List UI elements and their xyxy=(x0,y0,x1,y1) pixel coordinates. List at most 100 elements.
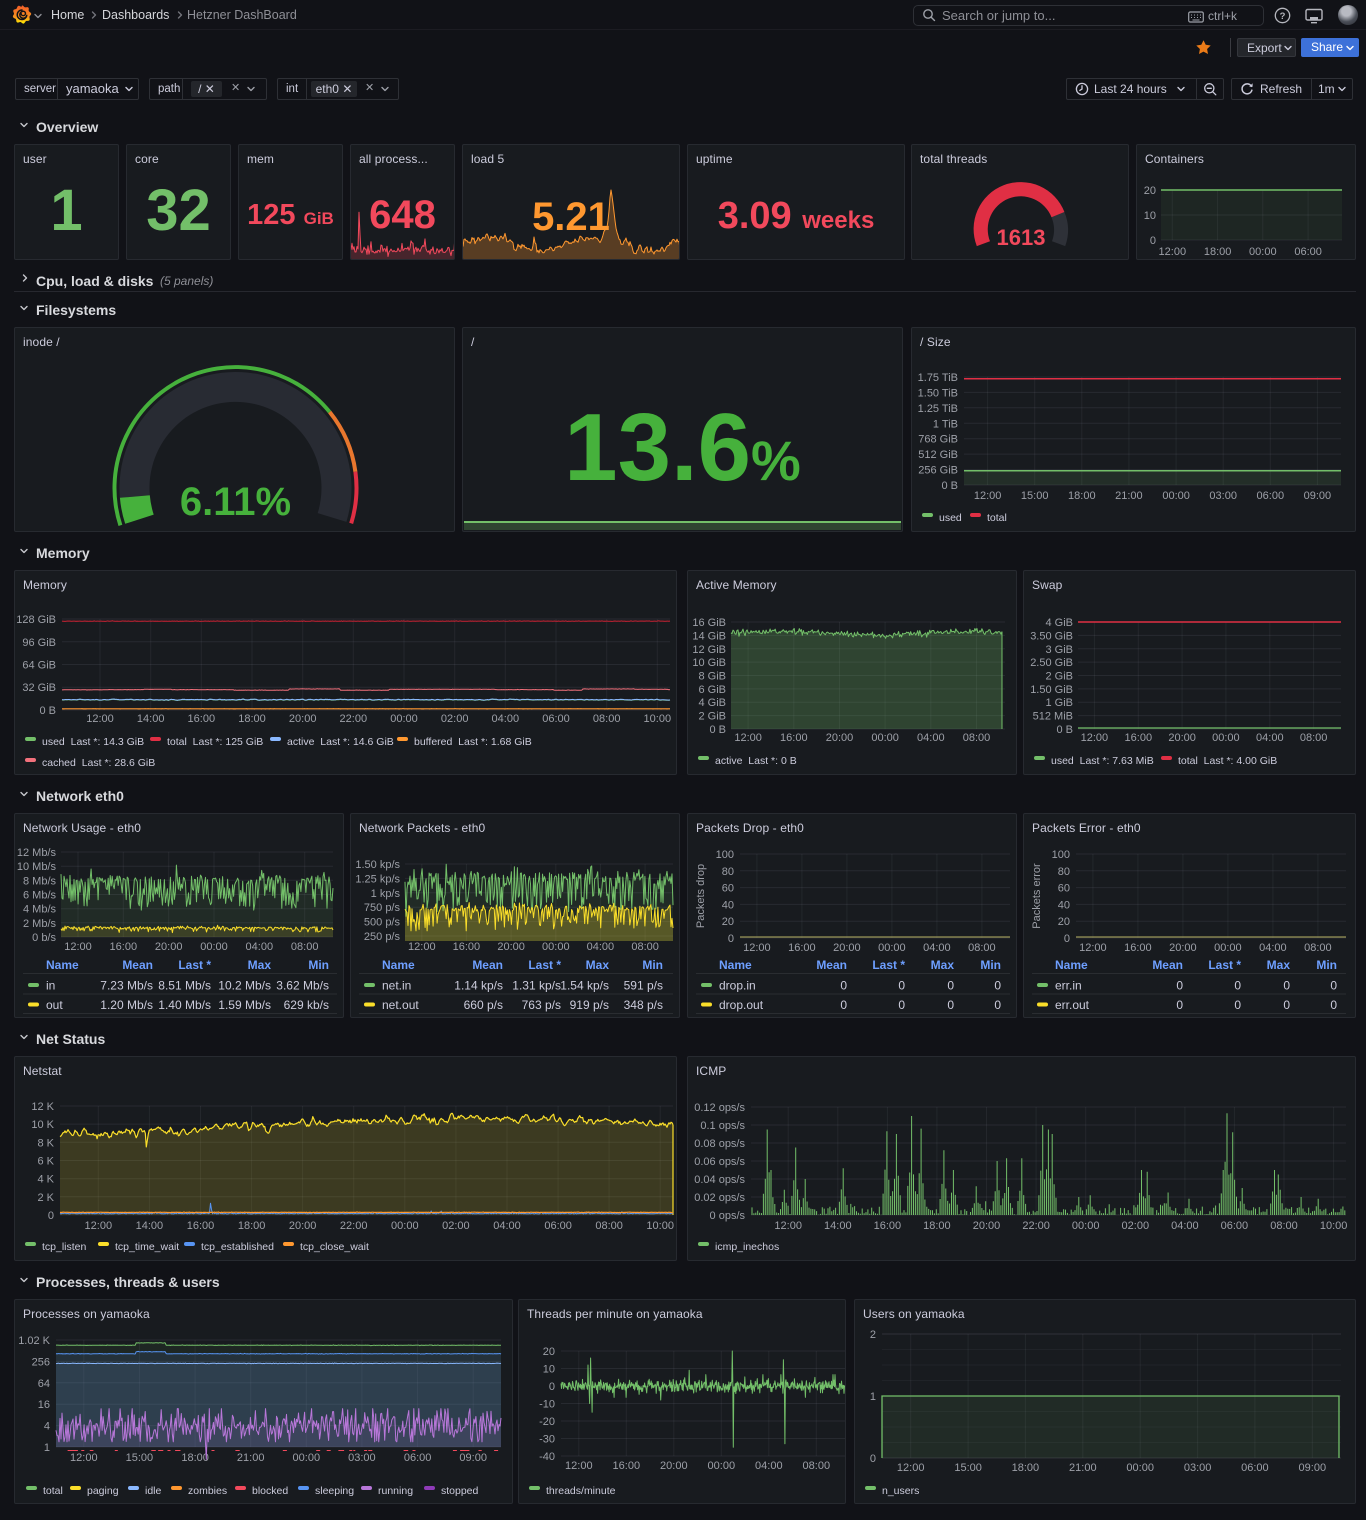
svg-text:20: 20 xyxy=(543,1346,555,1358)
svg-text:0 ops/s: 0 ops/s xyxy=(710,1210,746,1222)
svg-text:4 Mb/s: 4 Mb/s xyxy=(23,904,57,916)
svg-text:threads/minute: threads/minute xyxy=(546,1485,616,1497)
svg-text:08:00: 08:00 xyxy=(1304,942,1332,954)
svg-text:drop.out: drop.out xyxy=(719,998,764,1012)
svg-text:Max: Max xyxy=(248,958,272,972)
svg-text:04:00: 04:00 xyxy=(1259,942,1287,954)
svg-text:919 p/s: 919 p/s xyxy=(570,998,609,1012)
svg-text:0: 0 xyxy=(48,1210,54,1222)
svg-text:15:00: 15:00 xyxy=(126,1452,154,1464)
svg-text:0: 0 xyxy=(840,998,847,1012)
svg-text:00:00: 00:00 xyxy=(293,1452,321,1464)
svg-text:15:00: 15:00 xyxy=(1021,490,1049,502)
svg-text:06:00: 06:00 xyxy=(1294,246,1322,258)
svg-text:09:00: 09:00 xyxy=(459,1452,487,1464)
svg-text:03:00: 03:00 xyxy=(1184,1462,1212,1474)
svg-text:?: ? xyxy=(1280,11,1286,22)
svg-text:16:00: 16:00 xyxy=(110,941,138,953)
svg-text:16 GiB: 16 GiB xyxy=(692,617,726,629)
svg-text:stopped: stopped xyxy=(441,1485,479,1497)
svg-text:6 GiB: 6 GiB xyxy=(698,684,726,696)
svg-text:0.06 ops/s: 0.06 ops/s xyxy=(694,1156,745,1168)
svg-text:256 GiB: 256 GiB xyxy=(918,465,958,477)
svg-text:40: 40 xyxy=(722,899,734,911)
svg-text:10.2 Mb/s: 10.2 Mb/s xyxy=(218,979,271,993)
svg-text:20:00: 20:00 xyxy=(660,1460,688,1472)
svg-text:256: 256 xyxy=(32,1356,50,1368)
svg-text:-20: -20 xyxy=(539,1416,555,1428)
svg-text:80: 80 xyxy=(1058,866,1070,878)
svg-text:06:00: 06:00 xyxy=(404,1452,432,1464)
svg-text:zombies: zombies xyxy=(188,1485,227,1497)
svg-text:02:00: 02:00 xyxy=(441,713,469,725)
svg-text:total: total xyxy=(987,512,1007,524)
svg-text:Last *: Last * xyxy=(528,958,561,972)
svg-text:2.50 GiB: 2.50 GiB xyxy=(1030,657,1073,669)
svg-text:04:00: 04:00 xyxy=(246,941,274,953)
svg-text:14:00: 14:00 xyxy=(136,1220,164,1232)
svg-text:2 K: 2 K xyxy=(37,1192,54,1204)
svg-text:0: 0 xyxy=(549,1381,555,1393)
svg-text:100: 100 xyxy=(716,849,734,861)
svg-text:00:00: 00:00 xyxy=(878,942,906,954)
svg-text:Min: Min xyxy=(980,958,1001,972)
svg-text:12 Mb/s: 12 Mb/s xyxy=(17,847,57,859)
svg-text:21:00: 21:00 xyxy=(237,1452,265,1464)
svg-text:-40: -40 xyxy=(539,1451,555,1463)
svg-text:Mean: Mean xyxy=(1152,958,1183,972)
svg-text:3 GiB: 3 GiB xyxy=(1045,644,1073,656)
svg-text:0: 0 xyxy=(1330,979,1337,993)
svg-text:used Last *: 7.63 MiB: used Last *: 7.63 MiB xyxy=(1051,755,1154,767)
svg-text:6.11%: 6.11% xyxy=(180,480,291,524)
svg-text:32 GiB: 32 GiB xyxy=(22,682,56,694)
svg-text:total Last *: 4.00 GiB: total Last *: 4.00 GiB xyxy=(1178,755,1277,767)
svg-text:Packets error: Packets error xyxy=(1031,863,1043,929)
svg-text:net.out: net.out xyxy=(382,998,419,1012)
svg-text:00:00: 00:00 xyxy=(1214,942,1242,954)
svg-text:tcp_time_wait: tcp_time_wait xyxy=(115,1241,179,1253)
svg-text:08:00: 08:00 xyxy=(963,732,991,744)
svg-text:03:00: 03:00 xyxy=(1209,490,1237,502)
svg-text:02:00: 02:00 xyxy=(1122,1220,1150,1232)
svg-text:08:00: 08:00 xyxy=(593,713,621,725)
svg-text:0 B: 0 B xyxy=(941,480,958,492)
svg-text:tcp_close_wait: tcp_close_wait xyxy=(300,1241,369,1253)
svg-text:Last *: Last * xyxy=(1208,958,1241,972)
svg-text:64: 64 xyxy=(38,1378,50,1390)
svg-text:Name: Name xyxy=(46,958,79,972)
svg-text:08:00: 08:00 xyxy=(631,941,659,953)
svg-text:16:00: 16:00 xyxy=(188,713,216,725)
svg-text:0: 0 xyxy=(1330,998,1337,1012)
svg-text:12:00: 12:00 xyxy=(897,1462,925,1474)
svg-text:22:00: 22:00 xyxy=(1022,1220,1050,1232)
svg-text:20:00: 20:00 xyxy=(497,941,525,953)
svg-text:20:00: 20:00 xyxy=(155,941,183,953)
svg-text:00:00: 00:00 xyxy=(390,713,418,725)
svg-text:18:00: 18:00 xyxy=(923,1220,951,1232)
svg-text:buffered Last *: 1.68 GiB: buffered Last *: 1.68 GiB xyxy=(414,736,532,748)
svg-text:04:00: 04:00 xyxy=(923,942,951,954)
svg-text:Mean: Mean xyxy=(472,958,503,972)
svg-text:0: 0 xyxy=(1283,998,1290,1012)
svg-text:40: 40 xyxy=(1058,899,1070,911)
svg-text:10: 10 xyxy=(1144,210,1156,222)
svg-text:20:00: 20:00 xyxy=(289,1220,317,1232)
svg-text:12:00: 12:00 xyxy=(565,1460,593,1472)
svg-text:active Last *: 14.6 GiB: active Last *: 14.6 GiB xyxy=(287,736,394,748)
svg-text:22:00: 22:00 xyxy=(340,1220,368,1232)
svg-text:09:00: 09:00 xyxy=(1304,490,1332,502)
svg-text:0: 0 xyxy=(1064,933,1070,945)
svg-text:0.08 ops/s: 0.08 ops/s xyxy=(694,1138,745,1150)
svg-text:tcp_established: tcp_established xyxy=(201,1241,274,1253)
svg-text:out: out xyxy=(46,998,63,1012)
svg-text:0.04 ops/s: 0.04 ops/s xyxy=(694,1174,745,1186)
svg-text:1.14 kp/s: 1.14 kp/s xyxy=(454,979,503,993)
svg-text:1.02 K: 1.02 K xyxy=(18,1335,50,1347)
svg-text:18:00: 18:00 xyxy=(181,1452,209,1464)
svg-text:blocked: blocked xyxy=(252,1485,288,1497)
svg-text:06:00: 06:00 xyxy=(1221,1220,1249,1232)
svg-text:8 K: 8 K xyxy=(37,1137,54,1149)
svg-text:8.51 Mb/s: 8.51 Mb/s xyxy=(158,979,211,993)
svg-text:12:00: 12:00 xyxy=(1081,732,1109,744)
svg-text:0: 0 xyxy=(947,979,954,993)
